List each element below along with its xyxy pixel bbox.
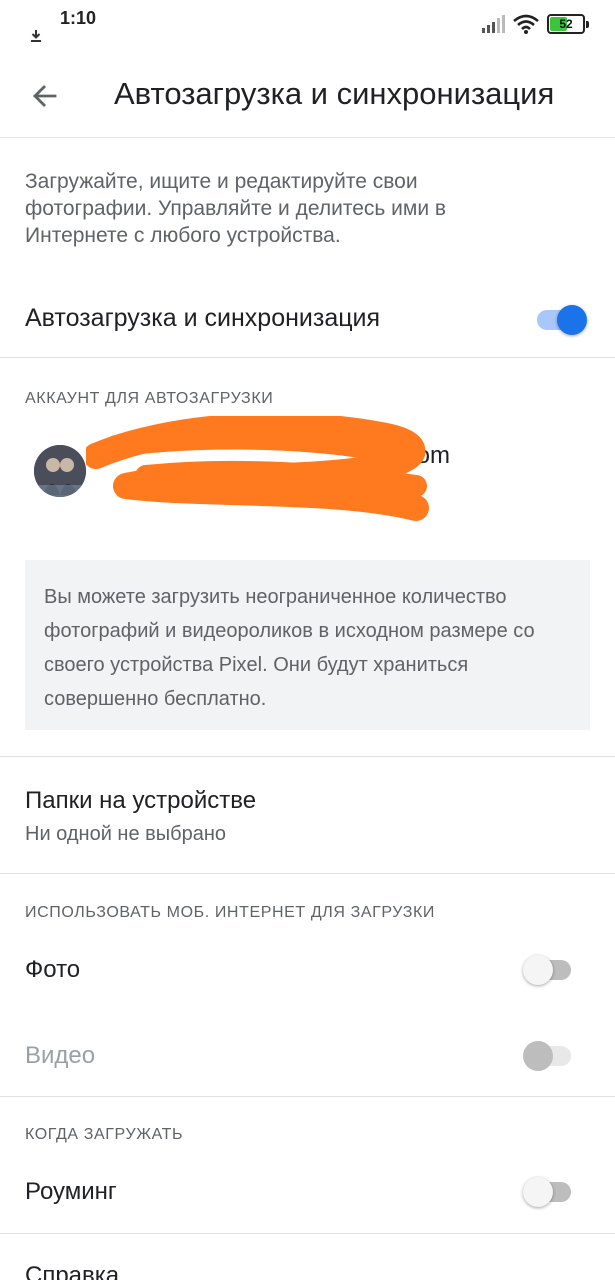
account-row[interactable]: xxxxxxxxxxxxxxxxxxxxxxxx.com bbox=[0, 416, 615, 521]
avatar bbox=[34, 445, 86, 497]
roaming-toggle[interactable] bbox=[523, 1174, 573, 1207]
photo-row[interactable]: Фото bbox=[0, 930, 615, 1006]
back-button[interactable] bbox=[24, 76, 64, 116]
divider bbox=[0, 1096, 615, 1097]
arrow-back-icon bbox=[33, 85, 57, 107]
description-text: Загружайте, ищите и редактируйте свои фо… bbox=[25, 170, 447, 247]
redaction-scribble bbox=[86, 416, 429, 521]
battery-level: 52 bbox=[559, 17, 573, 31]
signal-icon bbox=[482, 15, 505, 33]
info-box: Вы можете загрузить неограниченное колич… bbox=[25, 560, 590, 730]
download-icon bbox=[31, 30, 41, 42]
device-folders-subtitle: Ни одной не выбрано bbox=[25, 823, 227, 845]
status-bar: 1:10 52 bbox=[0, 0, 615, 50]
video-label: Видео bbox=[25, 1042, 96, 1069]
screen: 1:10 52 Автозагрузка и синхронизация Заг… bbox=[0, 0, 615, 1280]
photo-toggle[interactable] bbox=[523, 952, 573, 985]
page-title: Автозагрузка и синхронизация bbox=[114, 76, 555, 111]
video-row: Видео bbox=[0, 1016, 615, 1092]
status-time: 1:10 bbox=[60, 8, 97, 28]
info-box-text: Вы можете загрузить неограниченное колич… bbox=[44, 586, 535, 710]
photo-label: Фото bbox=[25, 956, 81, 983]
app-bar: Автозагрузка и синхронизация bbox=[0, 50, 615, 138]
account-email: xxxxxxxxxxxxxxxxxxxxxxxx.com bbox=[110, 442, 450, 470]
backup-sync-toggle[interactable] bbox=[535, 302, 587, 335]
mobile-data-section-header: Использовать моб. интернет для загрузки bbox=[25, 904, 435, 921]
divider bbox=[0, 873, 615, 874]
backup-sync-row[interactable]: Автозагрузка и синхронизация bbox=[0, 282, 615, 358]
battery-icon: 52 bbox=[547, 14, 589, 34]
account-section-header: Аккаунт для автозагрузки bbox=[25, 390, 274, 407]
wifi-icon bbox=[513, 14, 539, 34]
backup-sync-label: Автозагрузка и синхронизация bbox=[25, 304, 381, 332]
device-folders-row[interactable]: Папки на устройстве Ни одной не выбрано bbox=[0, 757, 615, 873]
status-icons: 52 bbox=[481, 14, 589, 34]
video-toggle bbox=[523, 1038, 573, 1071]
roaming-row[interactable]: Роуминг bbox=[0, 1152, 615, 1228]
when-section-header: Когда загружать bbox=[25, 1126, 184, 1143]
account-email-suffix: om bbox=[416, 442, 451, 469]
device-folders-title: Папки на устройстве bbox=[25, 787, 257, 814]
roaming-label: Роуминг bbox=[25, 1178, 117, 1205]
help-label: Справка bbox=[25, 1262, 120, 1280]
help-row[interactable]: Справка bbox=[0, 1234, 615, 1280]
